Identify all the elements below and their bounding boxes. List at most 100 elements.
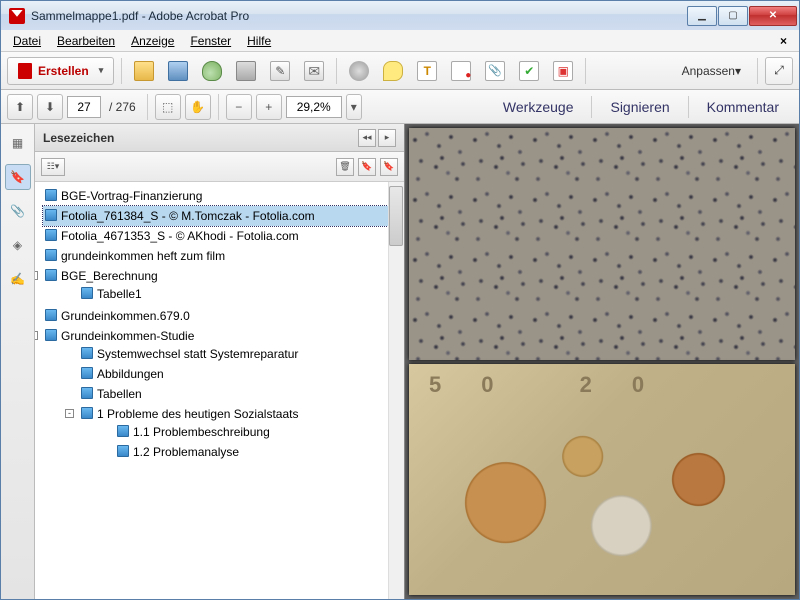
tree-toggle-icon[interactable]: -	[35, 271, 38, 280]
bookmark-label: 1 Probleme des heutigen Sozialstaats	[97, 407, 298, 421]
page-up-button[interactable]: ⬆	[7, 94, 33, 120]
open-button[interactable]	[129, 57, 159, 85]
bookmark-item[interactable]: -Grundeinkommen-StudieSystemwechsel stat…	[43, 326, 402, 466]
select-tool-button[interactable]: ⬚	[155, 94, 181, 120]
gear-icon	[349, 61, 369, 81]
page-number-input[interactable]	[67, 96, 101, 118]
close-document-button[interactable]: ×	[774, 34, 793, 48]
panel-next-button[interactable]: ▸	[378, 129, 396, 147]
bookmark-item[interactable]: -1 Probleme des heutigen Sozialstaats1.1…	[79, 404, 402, 464]
minimize-button[interactable]: ▁	[687, 6, 717, 26]
fullscreen-button[interactable]: ⤢	[765, 57, 793, 85]
menu-view[interactable]: Anzeige	[125, 32, 180, 50]
menu-window[interactable]: Fenster	[184, 32, 237, 50]
email-button[interactable]	[299, 57, 329, 85]
scrollbar-thumb[interactable]	[389, 186, 403, 246]
bookmark-item[interactable]: Abbildungen	[79, 364, 402, 384]
bookmark-label: BGE-Vortrag-Finanzierung	[61, 189, 202, 203]
highlight-button[interactable]	[412, 57, 442, 85]
bookmark-label: grundeinkommen heft zum film	[61, 249, 225, 263]
bookmark-label: 1.2 Problemanalyse	[133, 445, 239, 459]
bookmark-item[interactable]: Tabellen	[79, 384, 402, 404]
stamp-button[interactable]	[548, 57, 578, 85]
panel-title: Lesezeichen	[43, 131, 114, 145]
thumbnails-tab[interactable]: ▦	[5, 130, 31, 156]
tree-toggle-icon[interactable]: -	[65, 409, 74, 418]
menu-edit[interactable]: Bearbeiten	[51, 32, 121, 50]
sign-tab[interactable]: Signieren	[596, 99, 683, 115]
close-button[interactable]	[749, 6, 797, 26]
menu-file[interactable]: Datei	[7, 32, 47, 50]
window-titlebar: Sammelmappe1.pdf - Adobe Acrobat Pro ▁ ▢	[0, 0, 800, 30]
hand-tool-button[interactable]: ✋	[185, 94, 211, 120]
bookmark-label: Fotolia_761384_S - © M.Tomczak - Fotolia…	[61, 209, 315, 223]
bookmark-item[interactable]: 1.1 Problembeschreibung	[115, 422, 402, 442]
bookmark-item[interactable]: Tabelle1	[79, 284, 402, 304]
tree-toggle-icon[interactable]: -	[35, 331, 38, 340]
menu-help[interactable]: Hilfe	[241, 32, 277, 50]
create-button[interactable]: Erstellen	[7, 57, 114, 85]
bookmark-new-button[interactable]: 🔖	[358, 158, 376, 176]
menu-bar: Datei Bearbeiten Anzeige Fenster Hilfe ×	[1, 30, 799, 52]
bookmark-icon	[45, 309, 57, 321]
bookmark-options-button[interactable]: ☷▾	[41, 158, 65, 176]
scrollbar[interactable]	[388, 182, 404, 599]
bookmark-expand-button[interactable]: 🔖	[380, 158, 398, 176]
bookmark-icon	[45, 329, 57, 341]
bookmark-item[interactable]: -BGE_BerechnungTabelle1	[43, 266, 402, 306]
bookmark-label: BGE_Berechnung	[61, 269, 158, 283]
bookmark-item[interactable]: Fotolia_761384_S - © M.Tomczak - Fotolia…	[43, 206, 402, 226]
bookmark-item[interactable]: 1.2 Problemanalyse	[115, 442, 402, 462]
bookmark-delete-button[interactable]: 🗑	[336, 158, 354, 176]
bookmark-icon	[81, 287, 93, 299]
maximize-button[interactable]: ▢	[718, 6, 748, 26]
bookmark-label: 1.1 Problembeschreibung	[133, 425, 270, 439]
bookmark-label: Tabellen	[97, 387, 142, 401]
settings-button[interactable]	[344, 57, 374, 85]
bookmark-label: Fotolia_4671353_S - © AKhodi - Fotolia.c…	[61, 229, 299, 243]
layers-tab[interactable]: ◈	[5, 232, 31, 258]
customize-button[interactable]: Anpassen ▾	[673, 57, 750, 85]
bookmark-icon	[81, 387, 93, 399]
zoom-in-button[interactable]: +	[256, 94, 282, 120]
signatures-tab[interactable]: ✍	[5, 266, 31, 292]
zoom-input[interactable]	[286, 96, 342, 118]
bookmark-icon	[81, 407, 93, 419]
approve-button[interactable]	[514, 57, 544, 85]
app-icon	[9, 8, 25, 24]
bookmark-item[interactable]: Fotolia_4671353_S - © AKhodi - Fotolia.c…	[43, 226, 402, 246]
zoom-out-button[interactable]: −	[226, 94, 252, 120]
bookmark-item[interactable]: grundeinkommen heft zum film	[43, 246, 402, 266]
cloud-button[interactable]	[197, 57, 227, 85]
save-button[interactable]	[163, 57, 193, 85]
sign-button[interactable]	[265, 57, 295, 85]
bookmarks-tab[interactable]: 🔖	[5, 164, 31, 190]
page-down-button[interactable]: ⬇	[37, 94, 63, 120]
bookmarks-panel: Lesezeichen ◂◂ ▸ ☷▾ 🗑 🔖 🔖 BGE-Vortrag-Fi…	[35, 124, 405, 599]
bookmark-label: Grundeinkommen.679.0	[61, 309, 190, 323]
bookmark-label: Tabelle1	[97, 287, 142, 301]
bookmark-item[interactable]: Grundeinkommen.679.0	[43, 306, 402, 326]
cloud-icon	[202, 61, 222, 81]
panel-prev-button[interactable]: ◂◂	[358, 129, 376, 147]
attachments-tab[interactable]: 📎	[5, 198, 31, 224]
delete-button[interactable]	[446, 57, 476, 85]
comment-button[interactable]	[378, 57, 408, 85]
bookmark-icon	[45, 249, 57, 261]
bookmark-icon	[81, 347, 93, 359]
attach-button[interactable]	[480, 57, 510, 85]
print-button[interactable]	[231, 57, 261, 85]
page-image-crowd	[409, 128, 795, 360]
text-icon	[417, 61, 437, 81]
bookmark-icon	[117, 445, 129, 457]
mail-icon	[304, 61, 324, 81]
tools-tab[interactable]: Werkzeuge	[489, 99, 588, 115]
document-view[interactable]	[405, 124, 799, 599]
check-icon	[519, 61, 539, 81]
zoom-dropdown-button[interactable]: ▾	[346, 94, 362, 120]
speech-bubble-icon	[383, 61, 403, 81]
bookmark-item[interactable]: BGE-Vortrag-Finanzierung	[43, 186, 402, 206]
side-strip: ▦ 🔖 📎 ◈ ✍	[1, 124, 35, 599]
comment-tab[interactable]: Kommentar	[693, 99, 793, 115]
bookmark-item[interactable]: Systemwechsel statt Systemreparatur	[79, 344, 402, 364]
